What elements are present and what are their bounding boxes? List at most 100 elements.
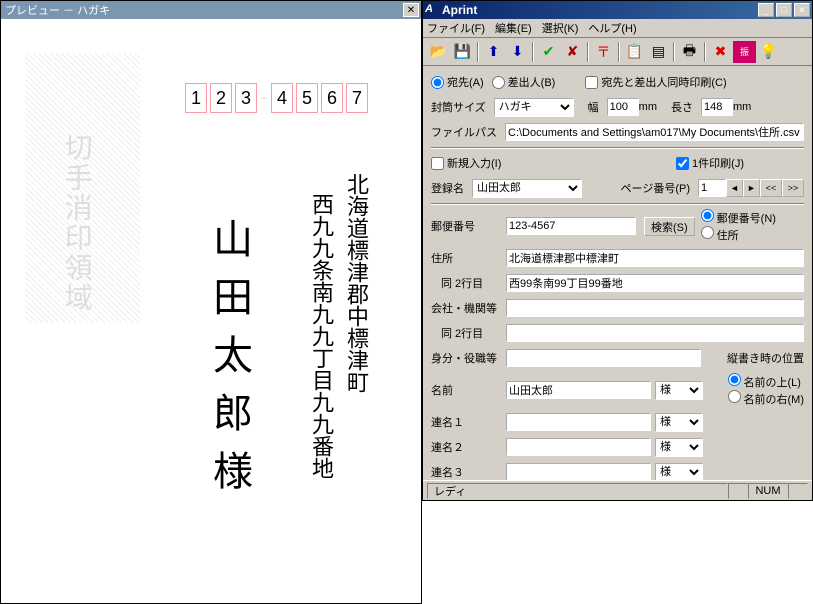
stamp-area: 切手消印領域 (25, 53, 140, 323)
postal-digit: 6 (321, 83, 343, 113)
postal-label: 郵便番号 (431, 218, 506, 234)
dest-both-label: 宛先と差出人同時印刷(C) (601, 74, 726, 90)
status-blank2 (788, 483, 808, 499)
ren2-input[interactable] (506, 438, 651, 456)
vpos-right-label: 名前の右(M) (744, 394, 805, 406)
size-select[interactable]: ハガキ (494, 98, 574, 117)
suffix-select[interactable]: 様 (655, 381, 703, 400)
menu-file[interactable]: ファイル(F) (427, 20, 485, 36)
postal-digit: 5 (296, 83, 318, 113)
ren1-suffix-select[interactable]: 様 (655, 413, 703, 432)
preview-title: プレビュー － ハガキ (3, 2, 403, 18)
dest-sender-radio[interactable] (492, 76, 505, 89)
preview-titlebar: プレビュー － ハガキ ✕ (1, 1, 421, 19)
org2-input[interactable] (506, 324, 804, 342)
postal-input[interactable] (506, 217, 636, 235)
dest-both-check[interactable] (585, 76, 598, 89)
close-button[interactable]: ✕ (794, 3, 810, 17)
statusbar: レディ NUM (423, 480, 812, 500)
status-num: NUM (748, 483, 788, 499)
clear-icon[interactable]: ✖ (709, 41, 732, 63)
config-icon[interactable]: 振 (733, 41, 756, 63)
page-first-button[interactable]: << (760, 179, 782, 197)
path-input[interactable] (505, 123, 804, 141)
stamp-text: 切手消印領域 (60, 133, 94, 313)
help-icon[interactable]: 💡 (757, 41, 780, 63)
minimize-button[interactable]: _ (758, 3, 774, 17)
oneprint-check[interactable] (676, 157, 689, 170)
main-title: Aprint (442, 3, 756, 17)
up-icon[interactable]: ⬆ (482, 41, 505, 63)
dest-atena-label: 宛先(A) (447, 74, 484, 90)
reg-select[interactable]: 山田太郎 (472, 179, 582, 198)
addr2-label: 同 2行目 (431, 275, 506, 291)
ren2-suffix-select[interactable]: 様 (655, 438, 703, 457)
save-icon[interactable]: 💾 (451, 41, 474, 63)
status-blank1 (728, 483, 748, 499)
ren3-suffix-select[interactable]: 様 (655, 463, 703, 481)
search-button[interactable]: 検索(S) (644, 217, 695, 236)
preview-address1: 北海道標津郡中標津町 (340, 173, 372, 393)
ren1-input[interactable] (506, 413, 651, 431)
postal-digit: 7 (346, 83, 368, 113)
postal-separator: - (260, 83, 268, 113)
org-input[interactable] (506, 299, 804, 317)
dest-atena-radio[interactable] (431, 76, 444, 89)
down-icon[interactable]: ⬇ (506, 41, 529, 63)
name-input[interactable] (506, 381, 651, 399)
preview-window: プレビュー － ハガキ ✕ 切手消印領域 1 2 3 - 4 5 6 7 北海道… (0, 0, 422, 604)
size-label: 封筒サイズ (431, 99, 486, 115)
height-label: 長さ (671, 99, 693, 115)
postal-digit: 2 (210, 83, 232, 113)
status-ready: レディ (427, 483, 728, 499)
height-input[interactable] (701, 98, 733, 116)
width-input[interactable] (607, 98, 639, 116)
reg-label: 登録名 (431, 180, 464, 196)
addr-input[interactable] (506, 249, 804, 267)
print-icon[interactable]: 🖶 (678, 41, 701, 63)
ren3-input[interactable] (506, 463, 651, 480)
toolbar: 📂 💾 ⬆ ⬇ ✔ ✘ 〒 📋 ▤ 🖶 ✖ 振 💡 (423, 38, 812, 66)
addr-label: 住所 (431, 250, 506, 266)
preview-name: 山田太郎様 (200, 218, 258, 508)
vpos-right-radio[interactable] (728, 390, 741, 403)
page-label: ページ番号(P) (621, 180, 690, 196)
preview-close-button[interactable]: ✕ (403, 3, 419, 17)
postal-icon[interactable]: 〒 (592, 41, 615, 63)
cancel-icon[interactable]: ✘ (561, 41, 584, 63)
page-input[interactable] (698, 179, 726, 197)
newentry-check[interactable] (431, 157, 444, 170)
height-unit: mm (733, 101, 751, 113)
oneprint-label: 1件印刷(J) (692, 155, 744, 171)
page-prev-button[interactable]: ◄ (726, 179, 743, 197)
menu-edit[interactable]: 編集(E) (495, 20, 532, 36)
newentry-label: 新規入力(I) (447, 155, 501, 171)
org2-label: 同 2行目 (431, 325, 506, 341)
title-input[interactable] (506, 349, 701, 367)
open-icon[interactable]: 📂 (427, 41, 450, 63)
addr2-input[interactable] (506, 274, 804, 292)
form-area: 宛先(A) 差出人(B) 宛先と差出人同時印刷(C) 封筒サイズ ハガキ 幅 m… (423, 66, 812, 480)
page-last-button[interactable]: >> (782, 179, 804, 197)
title-label: 身分・役職等 (431, 350, 506, 366)
menu-help[interactable]: ヘルプ(H) (588, 20, 636, 36)
opt-postal-label: 郵便番号(N) (717, 213, 776, 225)
maximize-button[interactable]: □ (776, 3, 792, 17)
vpos-above-label: 名前の上(L) (744, 377, 801, 389)
ren1-label: 連名１ (431, 414, 506, 430)
opt-postal-radio[interactable] (701, 209, 714, 222)
copy-icon[interactable]: 📋 (623, 41, 646, 63)
opt-addr-label: 住所 (717, 230, 739, 242)
path-label: ファイルパス (431, 124, 497, 140)
list-icon[interactable]: ▤ (647, 41, 670, 63)
main-titlebar: A Aprint _ □ ✕ (423, 1, 812, 19)
page-next-button[interactable]: ► (743, 179, 760, 197)
vpos-above-radio[interactable] (728, 373, 741, 386)
postal-boxes: 1 2 3 - 4 5 6 7 (185, 83, 368, 113)
menubar: ファイル(F) 編集(E) 選択(K) ヘルプ(H) (423, 19, 812, 38)
opt-addr-radio[interactable] (701, 226, 714, 239)
check-icon[interactable]: ✔ (537, 41, 560, 63)
width-unit: mm (639, 101, 657, 113)
menu-select[interactable]: 選択(K) (542, 20, 579, 36)
ren3-label: 連名３ (431, 464, 506, 480)
